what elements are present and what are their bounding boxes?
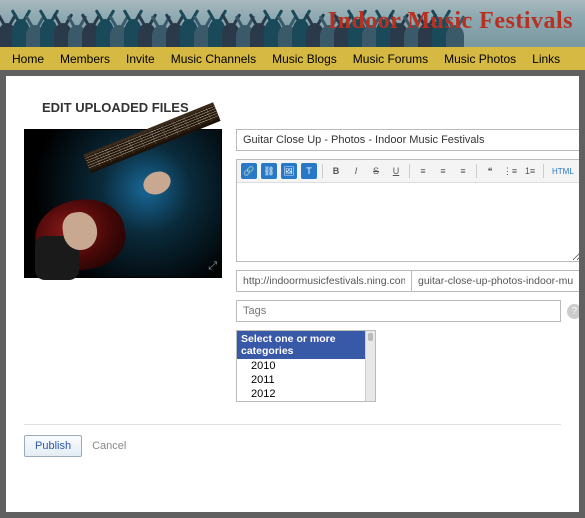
nav-music-photos[interactable]: Music Photos — [436, 52, 524, 66]
nav-members[interactable]: Members — [52, 52, 118, 66]
help-icon[interactable]: ? — [567, 304, 579, 319]
editor-toolbar: 🔗 ⛓ 🖼 T B I S U ≡ ≡ ≡ ❝ — [237, 160, 579, 183]
category-option[interactable]: 2012 — [237, 387, 375, 401]
page: EDIT UPLOADED FILES ⤢ 🔗 ⛓ 🖼 T — [6, 76, 579, 512]
form-actions: Publish Cancel — [24, 435, 561, 457]
align-left-button[interactable]: ≡ — [415, 163, 431, 179]
divider — [24, 424, 561, 425]
page-title: EDIT UPLOADED FILES — [42, 100, 561, 115]
nav-music-blogs[interactable]: Music Blogs — [264, 52, 345, 66]
categories-header: Select one or more categories — [237, 331, 375, 359]
url-slug-input[interactable] — [411, 270, 579, 292]
align-center-button[interactable]: ≡ — [435, 163, 451, 179]
site-banner: Indoor Music Festivals — [0, 0, 585, 47]
content-frame: EDIT UPLOADED FILES ⤢ 🔗 ⛓ 🖼 T — [0, 70, 585, 518]
category-option[interactable]: 2011 — [237, 373, 375, 387]
bold-button[interactable]: B — [328, 163, 344, 179]
tags-input[interactable] — [236, 300, 561, 322]
scrollbar[interactable] — [365, 331, 375, 401]
photo-thumbnail[interactable]: ⤢ — [24, 129, 222, 278]
bulleted-list-button[interactable]: ⋮≡ — [502, 163, 518, 179]
publish-button[interactable]: Publish — [24, 435, 82, 457]
strike-button[interactable]: S — [368, 163, 384, 179]
underline-button[interactable]: U — [388, 163, 404, 179]
categories-select[interactable]: Select one or more categories 2010 2011 … — [236, 330, 376, 402]
nav-home[interactable]: Home — [4, 52, 52, 66]
italic-button[interactable]: I — [348, 163, 364, 179]
nav-music-channels[interactable]: Music Channels — [163, 52, 264, 66]
url-base-input[interactable] — [236, 270, 411, 292]
editor-textarea[interactable] — [237, 183, 579, 261]
tags-row: ? — [236, 300, 579, 322]
nav-links[interactable]: Links — [524, 52, 568, 66]
url-row — [236, 270, 579, 292]
embed-button[interactable]: T — [301, 163, 317, 179]
main-nav: Home Members Invite Music Channels Music… — [0, 47, 585, 70]
rich-text-editor: 🔗 ⛓ 🖼 T B I S U ≡ ≡ ≡ ❝ — [236, 159, 579, 262]
align-right-button[interactable]: ≡ — [455, 163, 471, 179]
link-button[interactable]: 🔗 — [241, 163, 257, 179]
quote-button[interactable]: ❝ — [482, 163, 498, 179]
numbered-list-button[interactable]: 1≡ — [522, 163, 538, 179]
expand-icon[interactable]: ⤢ — [208, 260, 217, 273]
site-title: Indoor Music Festivals — [328, 8, 573, 35]
html-button[interactable]: HTML — [549, 163, 577, 179]
unlink-button[interactable]: ⛓ — [261, 163, 277, 179]
edit-form: 🔗 ⛓ 🖼 T B I S U ≡ ≡ ≡ ❝ — [236, 129, 579, 402]
cancel-link[interactable]: Cancel — [92, 440, 126, 452]
image-button[interactable]: 🖼 — [281, 163, 297, 179]
category-option[interactable]: 2010 — [237, 359, 375, 373]
title-input[interactable] — [236, 129, 579, 151]
nav-invite[interactable]: Invite — [118, 52, 163, 66]
nav-music-forums[interactable]: Music Forums — [345, 52, 436, 66]
